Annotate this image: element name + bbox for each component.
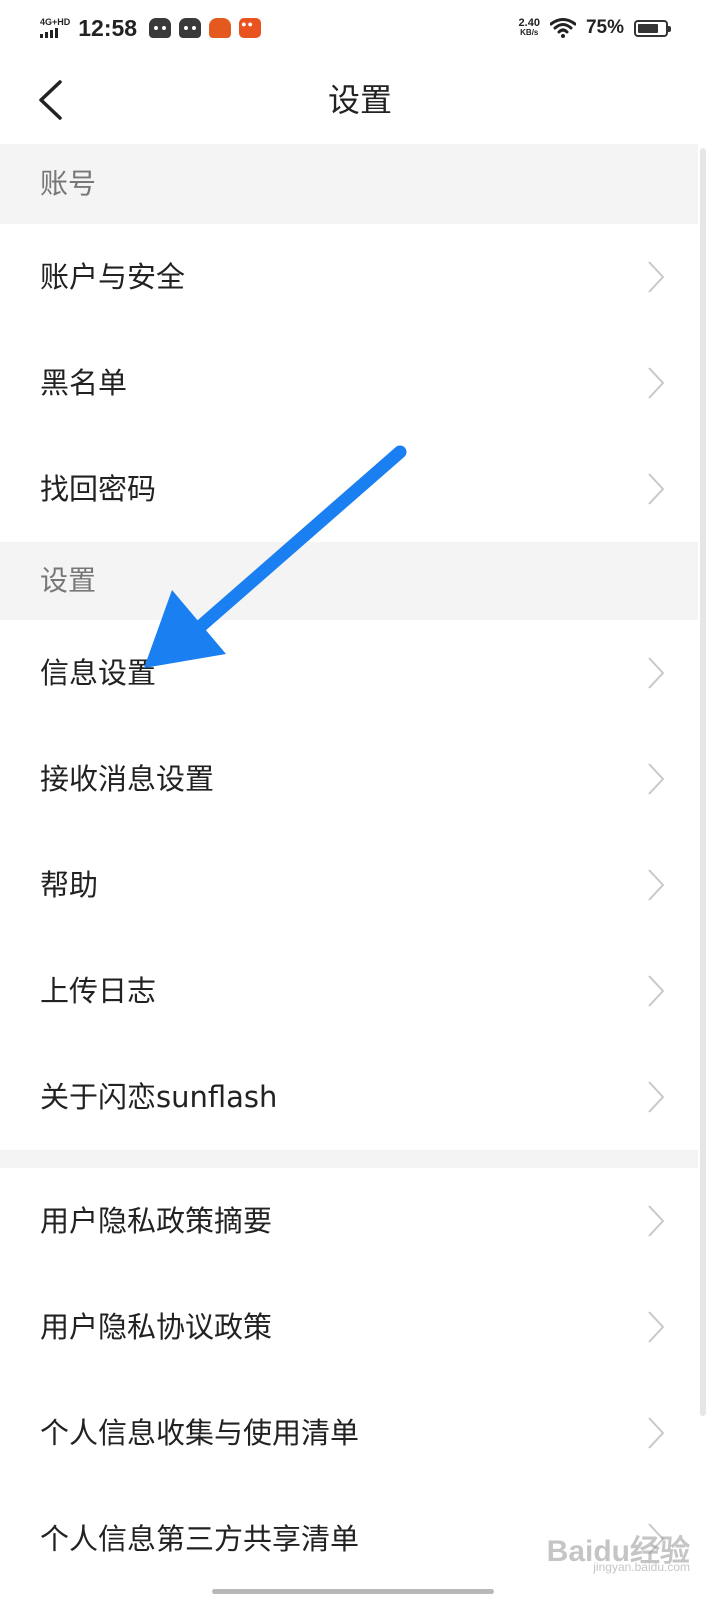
row-label: 用户隐私协议政策 [40, 1310, 273, 1344]
section-header-account: 账号 [0, 144, 698, 224]
status-bar: 4G+HD 12:58 2.40 KB/s 75% [0, 0, 720, 56]
speed-unit: KB/s [520, 28, 539, 37]
wifi-icon [549, 18, 576, 38]
chevron-right-icon [648, 975, 665, 1007]
robot-app-icon [179, 18, 202, 38]
info-settings-item[interactable]: 信息设置 [0, 620, 698, 726]
personal-info-list-item[interactable]: 个人信息收集与使用清单 [0, 1380, 698, 1486]
page-title: 设置 [327, 81, 392, 119]
privacy-agreement-item[interactable]: 用户隐私协议政策 [0, 1274, 698, 1380]
row-label: 账户与安全 [40, 260, 186, 294]
home-indicator[interactable] [212, 1589, 494, 1594]
network-speed: 2.40 KB/s [519, 18, 540, 38]
blacklist-item[interactable]: 黑名单 [0, 330, 698, 436]
chevron-right-icon [648, 657, 665, 689]
network-type: 4G+HD [40, 17, 71, 27]
privacy-summary-item[interactable]: 用户隐私政策摘要 [0, 1168, 698, 1274]
section-divider [0, 1150, 698, 1168]
section-header-label: 设置 [40, 564, 97, 597]
chevron-right-icon [648, 1311, 665, 1343]
clock: 12:58 [78, 14, 138, 41]
row-label: 信息设置 [40, 656, 157, 690]
section-header-label: 账号 [40, 167, 97, 200]
chevron-right-icon [648, 1205, 665, 1237]
robot-app-icon [149, 18, 172, 38]
section-header-settings: 设置 [0, 542, 698, 620]
row-label: 帮助 [40, 868, 99, 902]
recover-password-item[interactable]: 找回密码 [0, 436, 698, 542]
orange-app-icon [239, 18, 262, 38]
row-label: 用户隐私政策摘要 [40, 1204, 273, 1238]
upload-log-item[interactable]: 上传日志 [0, 938, 698, 1044]
chevron-right-icon [648, 763, 665, 795]
row-label: 个人信息收集与使用清单 [40, 1416, 360, 1450]
battery-percent: 75% [585, 17, 624, 38]
chevron-right-icon [648, 869, 665, 901]
about-item[interactable]: 关于闪恋sunflash [0, 1044, 698, 1150]
scrollbar[interactable] [700, 148, 706, 1416]
account-security-item[interactable]: 账户与安全 [0, 224, 698, 330]
watermark: Baidu经验 jingyan.baidu.com [547, 1526, 690, 1574]
signal-icon [40, 28, 58, 38]
row-label: 上传日志 [40, 974, 157, 1008]
row-label: 找回密码 [40, 472, 157, 506]
game-app-icon [209, 18, 232, 38]
chevron-right-icon [648, 261, 665, 293]
row-label: 黑名单 [40, 366, 128, 400]
chevron-right-icon [648, 1417, 665, 1449]
help-item[interactable]: 帮助 [0, 832, 698, 938]
battery-icon [634, 19, 671, 37]
chevron-right-icon [648, 473, 665, 505]
watermark-url: jingyan.baidu.com [593, 1560, 690, 1574]
speed-value: 2.40 [518, 17, 540, 29]
signal-indicator: 4G+HD [40, 18, 70, 38]
chevron-right-icon [648, 367, 665, 399]
row-label: 个人信息第三方共享清单 [40, 1522, 360, 1556]
row-label: 接收消息设置 [40, 762, 215, 796]
receive-message-settings-item[interactable]: 接收消息设置 [0, 726, 698, 832]
navigation-bar: 设置 [0, 56, 720, 144]
row-label: 关于闪恋sunflash [40, 1080, 278, 1114]
chevron-right-icon [648, 1081, 665, 1113]
